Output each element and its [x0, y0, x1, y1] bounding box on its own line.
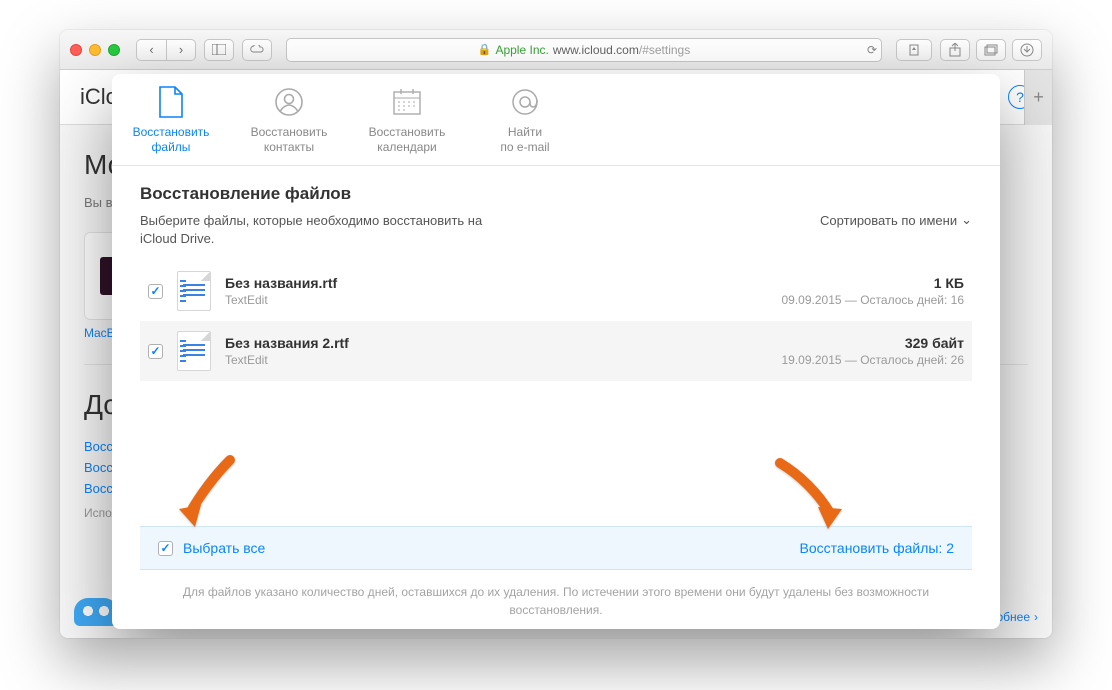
- file-checkbox[interactable]: [148, 284, 163, 299]
- modal-tabs: Восстановить файлы Восстановить контакты…: [112, 74, 1000, 166]
- action-bar: Выбрать все Восстановить файлы: 2: [140, 526, 972, 570]
- select-all-label: Выбрать все: [183, 540, 265, 556]
- tab-find-by-email[interactable]: Найти по e-mail: [466, 74, 584, 165]
- tab-restore-calendars[interactable]: Восстановить календари: [348, 74, 466, 165]
- file-size: 1 КБ: [781, 275, 964, 291]
- file-row[interactable]: Без названия.rtf TextEdit 1 КБ 09.09.201…: [140, 261, 972, 321]
- url-bar[interactable]: 🔒 Apple Inc. www.icloud.com/#settings ⟳: [286, 38, 882, 62]
- reload-button[interactable]: ⟳: [867, 43, 877, 57]
- select-all[interactable]: Выбрать все: [158, 540, 265, 556]
- modal-content: Восстановление файлов Выберите файлы, ко…: [112, 166, 1000, 629]
- browser-toolbar: ‹ › 🔒 Apple Inc. www.icloud.com/#setting…: [60, 30, 1052, 70]
- tab-label: Найти по e-mail: [500, 125, 549, 155]
- file-row[interactable]: Без названия 2.rtf TextEdit 329 байт 19.…: [140, 321, 972, 381]
- tab-label: Восстановить файлы: [133, 125, 210, 155]
- safari-window: ‹ › 🔒 Apple Inc. www.icloud.com/#setting…: [60, 30, 1052, 638]
- file-app: TextEdit: [225, 293, 767, 307]
- file-name: Без названия.rtf: [225, 275, 767, 291]
- nav-buttons: ‹ ›: [136, 39, 196, 61]
- window-controls: [70, 44, 120, 56]
- calendar-icon: [392, 85, 422, 119]
- restore-files-modal: Восстановить файлы Восстановить контакты…: [112, 74, 1000, 629]
- file-name: Без названия 2.rtf: [225, 335, 767, 351]
- downloads-button[interactable]: [1012, 39, 1042, 61]
- tabs-overview-button[interactable]: [976, 39, 1006, 61]
- chevron-down-icon: ⌄: [961, 212, 972, 228]
- tab-restore-files[interactable]: Восстановить файлы: [112, 74, 230, 165]
- tab-label: Восстановить контакты: [251, 125, 328, 155]
- forward-button[interactable]: ›: [166, 39, 196, 61]
- zoom-window-button[interactable]: [108, 44, 120, 56]
- url-company: Apple Inc.: [495, 43, 548, 57]
- close-window-button[interactable]: [70, 44, 82, 56]
- file-expiry: 19.09.2015 — Осталось дней: 26: [781, 353, 964, 367]
- document-icon: [177, 271, 211, 311]
- minimize-window-button[interactable]: [89, 44, 101, 56]
- url-path: /#settings: [639, 43, 690, 57]
- file-app: TextEdit: [225, 353, 767, 367]
- email-icon: [510, 85, 540, 119]
- contact-icon: [274, 85, 304, 119]
- sort-label: Сортировать по имени: [820, 213, 957, 228]
- file-icon: [156, 85, 186, 119]
- share-button[interactable]: [940, 39, 970, 61]
- url-host: www.icloud.com: [553, 43, 639, 57]
- tab-label: Восстановить календари: [369, 125, 446, 155]
- modal-title: Восстановление файлов: [140, 184, 972, 204]
- file-list: Без названия.rtf TextEdit 1 КБ 09.09.201…: [140, 261, 972, 381]
- file-expiry: 09.09.2015 — Осталось дней: 16: [781, 293, 964, 307]
- chevron-right-icon: ›: [1034, 610, 1038, 624]
- new-tab-button[interactable]: +: [1024, 70, 1052, 125]
- icloud-tabs-button[interactable]: [242, 39, 272, 61]
- document-icon: [177, 331, 211, 371]
- file-checkbox[interactable]: [148, 344, 163, 359]
- restore-files-button[interactable]: Восстановить файлы: 2: [800, 540, 954, 556]
- sidebar-button[interactable]: [204, 39, 234, 61]
- sort-dropdown[interactable]: Сортировать по имени ⌄: [820, 212, 972, 228]
- back-button[interactable]: ‹: [136, 39, 166, 61]
- modal-instruction: Выберите файлы, которые необходимо восст…: [140, 212, 500, 247]
- lock-icon: 🔒: [478, 43, 492, 56]
- tab-restore-contacts[interactable]: Восстановить контакты: [230, 74, 348, 165]
- modal-footer-note: Для файлов указано количество дней, оста…: [140, 570, 972, 619]
- file-size: 329 байт: [781, 335, 964, 351]
- select-all-checkbox[interactable]: [158, 541, 173, 556]
- reader-button[interactable]: [896, 39, 932, 61]
